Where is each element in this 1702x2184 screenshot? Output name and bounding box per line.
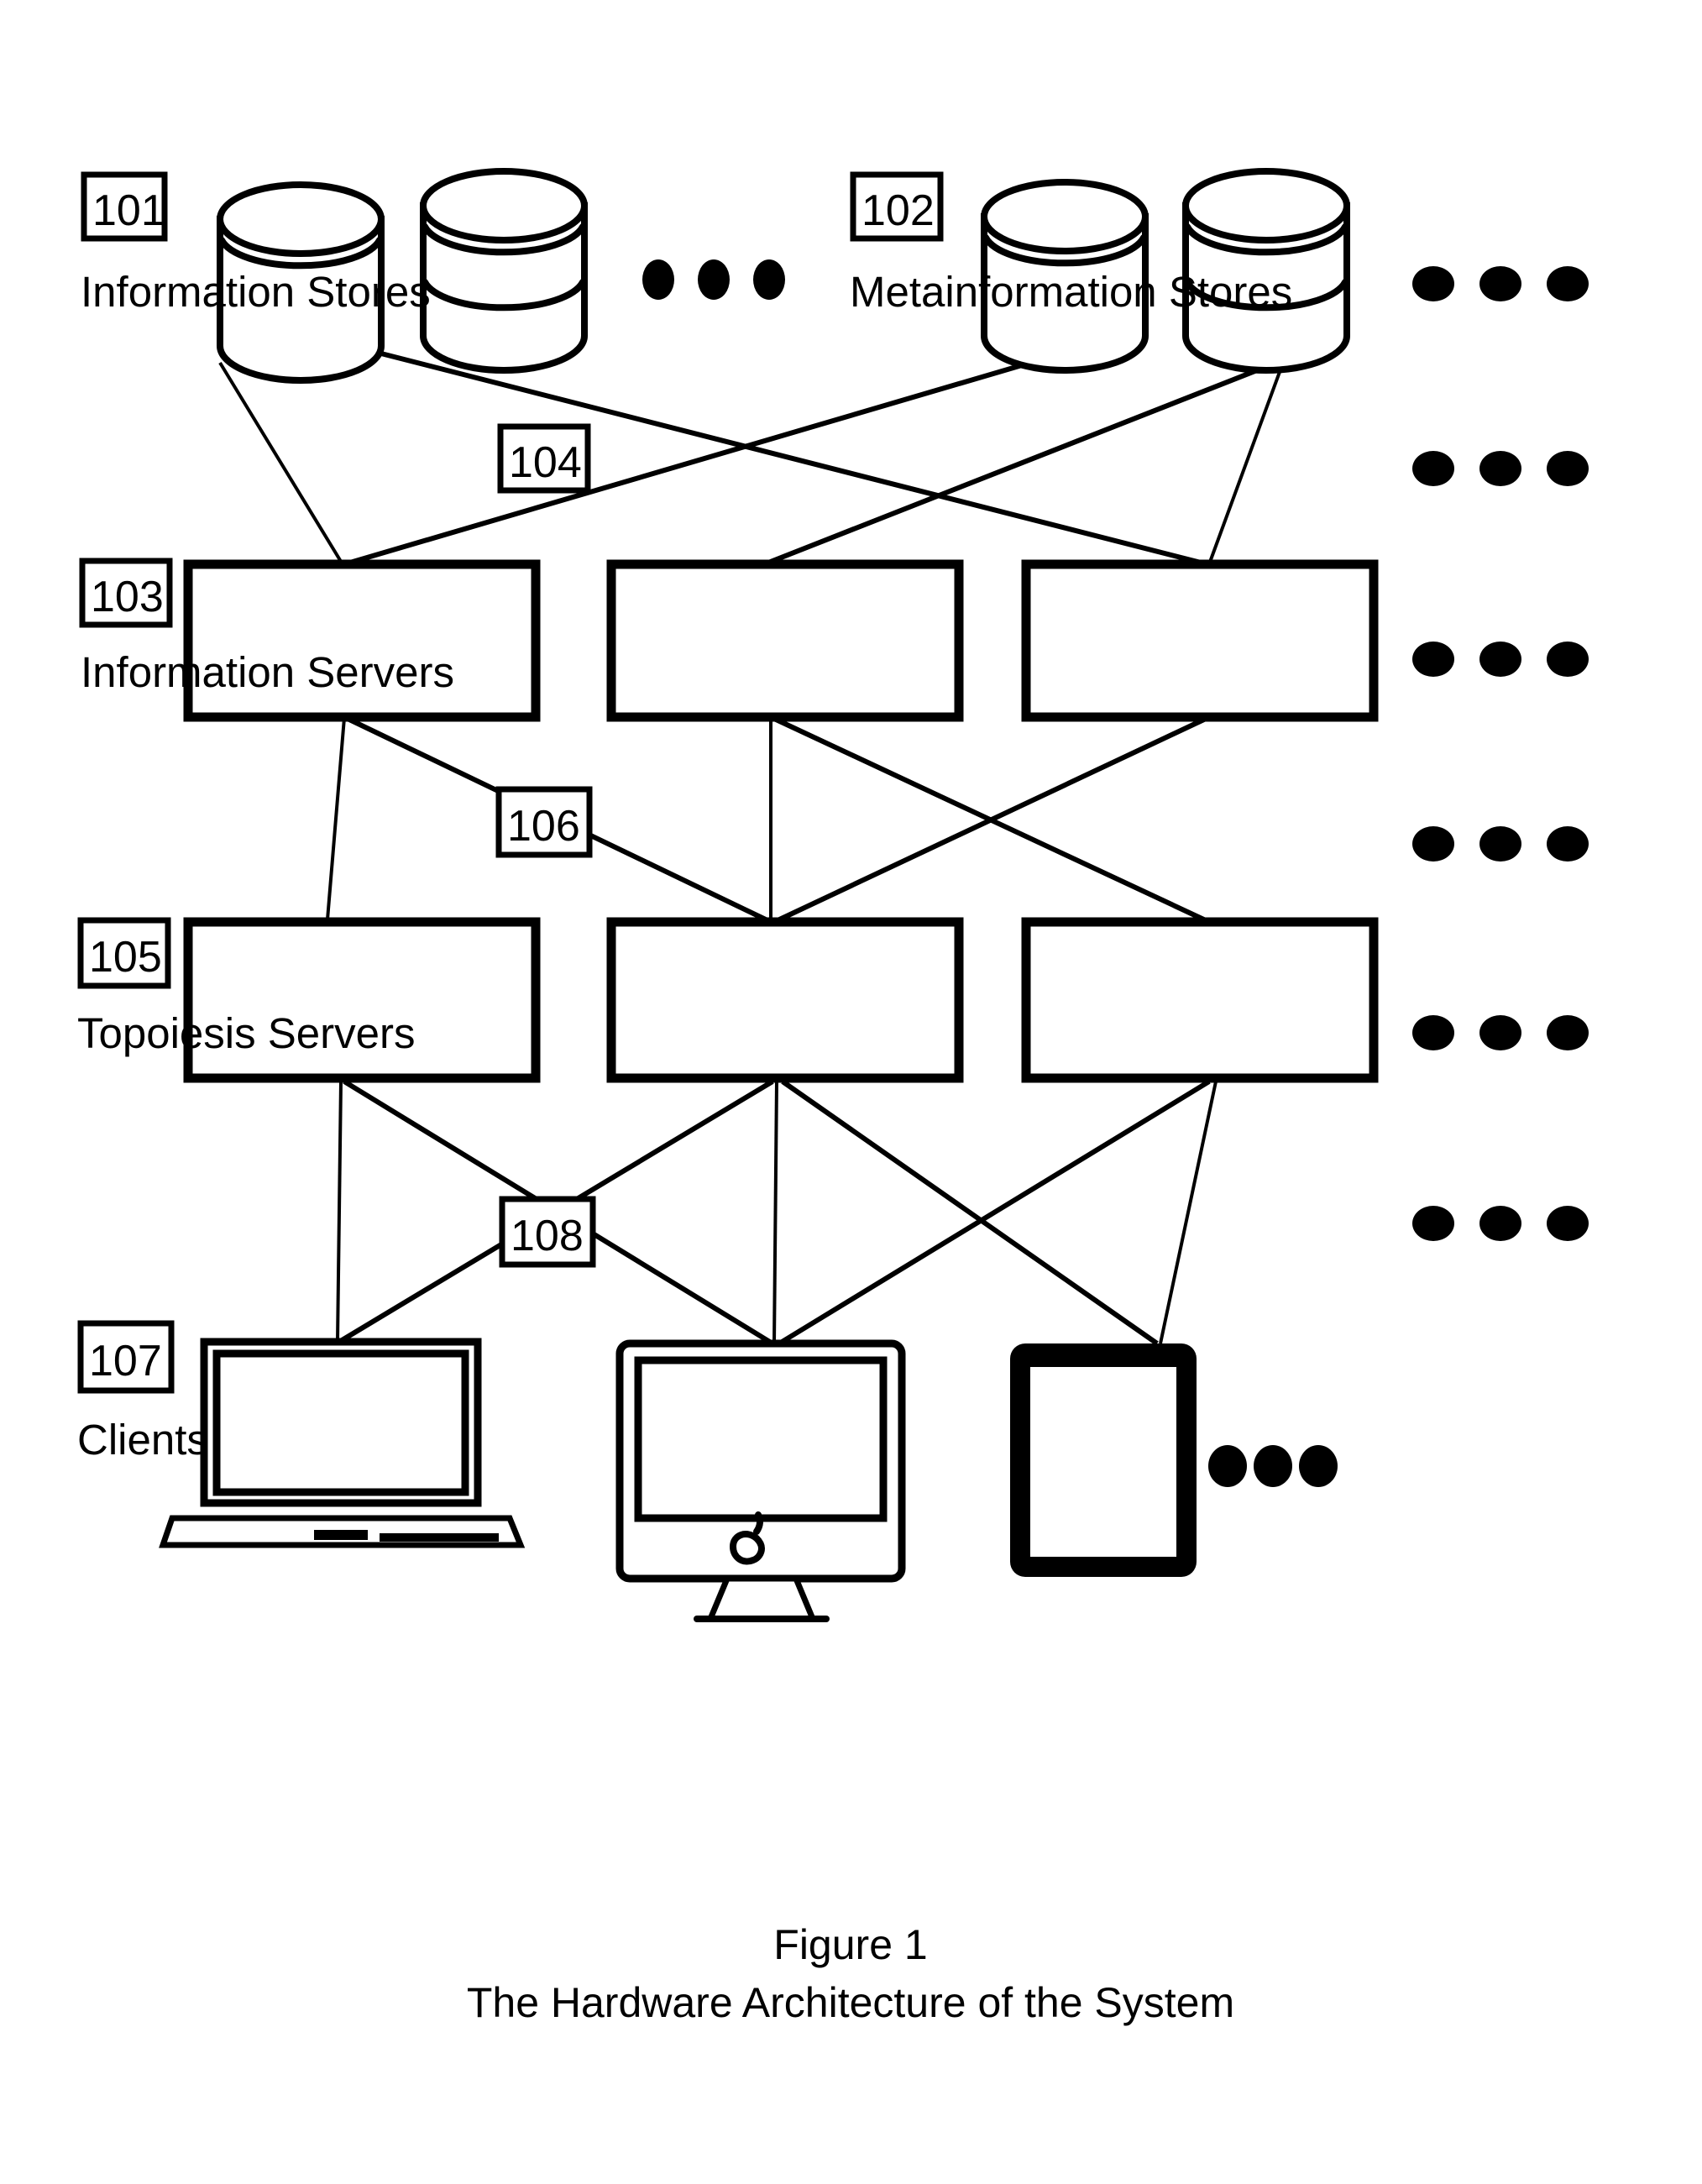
reference-numeral-103-text: 103 (91, 573, 164, 621)
edge-102b-103b (762, 360, 1278, 567)
topoiesis-servers-row: 105 Topoiesis Servers (77, 917, 1379, 1083)
ellipsis-clients-row (1208, 1445, 1338, 1487)
ellipsis-row-3 (1412, 642, 1589, 677)
clients-row: 107 Clients (77, 1320, 1338, 1622)
reference-numeral-108-text: 108 (511, 1212, 584, 1260)
ellipsis-row-1 (1412, 266, 1589, 301)
reference-numeral-108: 108 (499, 1196, 596, 1268)
edge-105c-107c (1159, 1081, 1218, 1344)
edge-101a-103a (218, 361, 344, 566)
edge-103a-105a (326, 717, 346, 920)
connection-group-108 (336, 1079, 1218, 1346)
information-stores-row: 101 Information Stores (81, 168, 785, 384)
patent-figure-page: 101 Information Stores 102 Metainformati… (0, 0, 1702, 2184)
edge-105b-107b (772, 1081, 778, 1344)
figure-caption-line-2: The Hardware Architecture of the System (467, 1979, 1234, 2026)
figure-caption-line-1: Figure 1 (773, 1921, 927, 1968)
information-stores-label: Information Stores (81, 268, 431, 316)
information-server-box (606, 559, 964, 722)
ellipsis-101-row (642, 259, 785, 300)
ellipsis-row-5 (1412, 1015, 1589, 1050)
information-servers-label: Information Servers (81, 648, 454, 696)
connection-group-104 (218, 350, 1285, 567)
desktop-monitor-icon (615, 1339, 906, 1622)
information-servers-row: 103 Information Servers (79, 558, 1379, 722)
tablet-screen (1030, 1367, 1176, 1557)
laptop-icon (159, 1338, 526, 1548)
information-server-box (1021, 559, 1379, 722)
reference-numeral-107-text: 107 (89, 1337, 162, 1385)
reference-numeral-104-text: 104 (509, 438, 582, 487)
edge-105b-107c (781, 1079, 1159, 1346)
edge-102a-103a (343, 350, 1066, 567)
hardware-architecture-diagram: 101 Information Stores 102 Metainformati… (77, 168, 1589, 2026)
topoiesis-server-box (1021, 917, 1379, 1083)
reference-numeral-102-text: 102 (861, 186, 935, 235)
metainformation-stores-row: 102 Metainformation Stores (850, 168, 1350, 374)
right-ellipsis-column (1412, 266, 1589, 1241)
reference-numeral-106-text: 106 (507, 802, 580, 851)
edge-105c-107b (778, 1079, 1211, 1346)
reference-numeral-105-text: 105 (89, 933, 162, 982)
tablet-icon (1010, 1343, 1197, 1577)
topoiesis-servers-label: Topoiesis Servers (77, 1009, 416, 1057)
topoiesis-server-box (606, 917, 964, 1083)
database-cylinder-icon (420, 168, 588, 374)
reference-numeral-106: 106 (495, 786, 593, 858)
metainformation-stores-label: Metainformation Stores (850, 268, 1292, 316)
ellipsis-row-4 (1412, 826, 1589, 862)
reference-numeral-101-text: 101 (92, 186, 165, 235)
clients-label: Clients (77, 1416, 208, 1464)
edge-102b-103c (1207, 362, 1285, 565)
edge-105a-107a (336, 1081, 343, 1343)
reference-numeral-104: 104 (497, 423, 591, 494)
ellipsis-row-2 (1412, 451, 1589, 486)
connection-group-106 (326, 715, 1211, 924)
ellipsis-row-6 (1412, 1206, 1589, 1241)
